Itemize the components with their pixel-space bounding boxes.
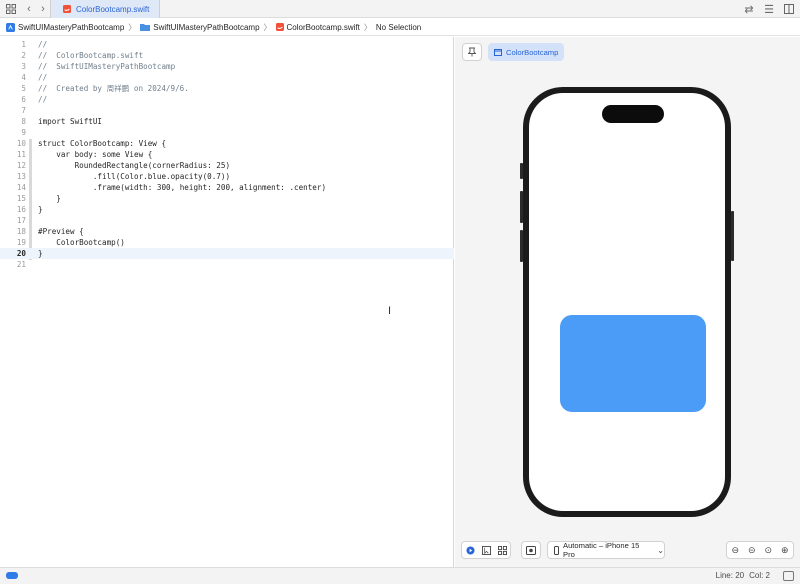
tab-colorbootcamp-swift[interactable]: ColorBootcamp.swift (50, 0, 160, 18)
breadcrumb-project[interactable]: SwiftUIMasteryPathBootcamp (6, 22, 124, 32)
code-line[interactable]: 16} (0, 204, 454, 215)
line-indicator: Line: 20 (715, 571, 745, 580)
app-project-icon (6, 22, 15, 32)
variants-button[interactable] (494, 542, 510, 558)
chevron-left-icon[interactable]: ‹ (22, 2, 36, 16)
code-line[interactable]: 7 (0, 105, 454, 116)
split-editor-icon[interactable] (782, 2, 796, 16)
status-bar: Line: 20 Col: 2 (0, 567, 800, 584)
zoom-out-icon[interactable]: ⊖ (731, 545, 739, 556)
inspector-toggle-icon[interactable] (783, 571, 794, 581)
chevron-right-icon[interactable]: › (36, 2, 50, 16)
zoom-in-icon[interactable]: ⊕ (781, 545, 789, 556)
action-button (520, 163, 523, 179)
code-line[interactable]: 13 .fill(Color.blue.opacity(0.7)) (0, 171, 454, 182)
device-settings-button[interactable] (521, 541, 541, 559)
editor-options-icon[interactable]: ☰ (762, 2, 776, 16)
tab-label: ColorBootcamp.swift (76, 4, 150, 14)
code-editor[interactable]: 1// 2// ColorBootcamp.swift 3// SwiftUIM… (0, 37, 454, 567)
code-line[interactable]: 5// Created by 周祥鹏 on 2024/9/6. (0, 83, 454, 94)
grid-variants-icon (497, 545, 507, 555)
breadcrumb-separator: 〉 (263, 22, 272, 32)
tab-bar: ‹ › ColorBootcamp.swift ⇄ ☰ (0, 0, 800, 18)
code-line[interactable]: 14 .frame(width: 300, height: 200, align… (0, 182, 454, 193)
cursor-select-icon (481, 545, 491, 555)
code-line-active[interactable]: 20} (0, 248, 454, 259)
zoom-actual-icon[interactable]: ⊝ (748, 545, 756, 556)
selectable-mode-button[interactable] (478, 542, 494, 558)
code-line[interactable]: 17 (0, 215, 454, 226)
pin-icon (468, 47, 476, 57)
folder-icon (140, 24, 151, 31)
preview-mode-group (461, 541, 511, 559)
swap-arrows-icon[interactable]: ⇄ (742, 2, 756, 16)
play-circle-icon (465, 545, 475, 555)
device-select-dropdown[interactable]: Automatic – iPhone 15 Pro ⌄ (547, 541, 665, 559)
dynamic-island (602, 105, 664, 123)
code-line[interactable]: 18 #Preview { (0, 226, 454, 237)
code-line[interactable]: 9 (0, 127, 454, 138)
volume-up-button (520, 191, 523, 223)
breadcrumb-separator: 〉 (128, 22, 137, 32)
code-line[interactable]: 3// SwiftUIMasteryPathBootcamp (0, 61, 454, 72)
col-indicator: Col: 2 (749, 571, 770, 580)
breadcrumb-separator: 〉 (363, 22, 372, 32)
code-line[interactable]: 10 struct ColorBootcamp: View { (0, 138, 454, 149)
grid-icon[interactable] (4, 2, 18, 16)
zoom-controls: ⊖ ⊝ ⊙ ⊕ (726, 541, 794, 559)
code-line[interactable]: 6// (0, 94, 454, 105)
code-line[interactable]: 15 } (0, 193, 454, 204)
code-line[interactable]: 4// (0, 72, 454, 83)
code-line[interactable]: 1// (0, 39, 454, 50)
preview-canvas: ColorBootcamp Automatic – iPhone 15 Pro … (455, 37, 800, 567)
rounded-rectangle-preview (560, 315, 706, 412)
pin-button[interactable] (462, 43, 482, 61)
device-screen[interactable] (529, 93, 725, 511)
code-line[interactable]: 12 RoundedRectangle(cornerRadius: 25) (0, 160, 454, 171)
swift-file-icon (63, 5, 71, 13)
live-preview-button[interactable] (462, 542, 478, 558)
preview-view-icon (494, 49, 502, 56)
build-status-indicator[interactable] (6, 572, 18, 579)
breadcrumb-file[interactable]: ColorBootcamp.swift (275, 23, 360, 32)
volume-down-button (520, 230, 523, 262)
mouse-ibeam-cursor: I (388, 305, 392, 317)
code-line[interactable]: 8 import SwiftUI (0, 116, 454, 127)
chevron-down-icon: ⌄ (657, 545, 664, 555)
iphone-device-frame (520, 87, 734, 517)
swift-file-icon (275, 23, 284, 31)
device-settings-icon (526, 545, 536, 555)
zoom-fit-icon[interactable]: ⊙ (764, 545, 772, 556)
iphone-icon (554, 545, 559, 555)
side-button (731, 211, 734, 261)
preview-selector-chip[interactable]: ColorBootcamp (488, 43, 564, 61)
code-line[interactable]: 2// ColorBootcamp.swift (0, 50, 454, 61)
breadcrumb: SwiftUIMasteryPathBootcamp 〉 SwiftUIMast… (0, 19, 800, 36)
xcode-window: ‹ › ColorBootcamp.swift ⇄ ☰ SwiftUIMaste… (0, 0, 800, 584)
breadcrumb-selection[interactable]: No Selection (376, 23, 421, 32)
code-line[interactable]: 19 ColorBootcamp() (0, 237, 454, 248)
code-line[interactable]: 21 (0, 259, 454, 270)
breadcrumb-folder[interactable]: SwiftUIMasteryPathBootcamp (140, 23, 260, 32)
code-line[interactable]: 11 var body: some View { (0, 149, 454, 160)
